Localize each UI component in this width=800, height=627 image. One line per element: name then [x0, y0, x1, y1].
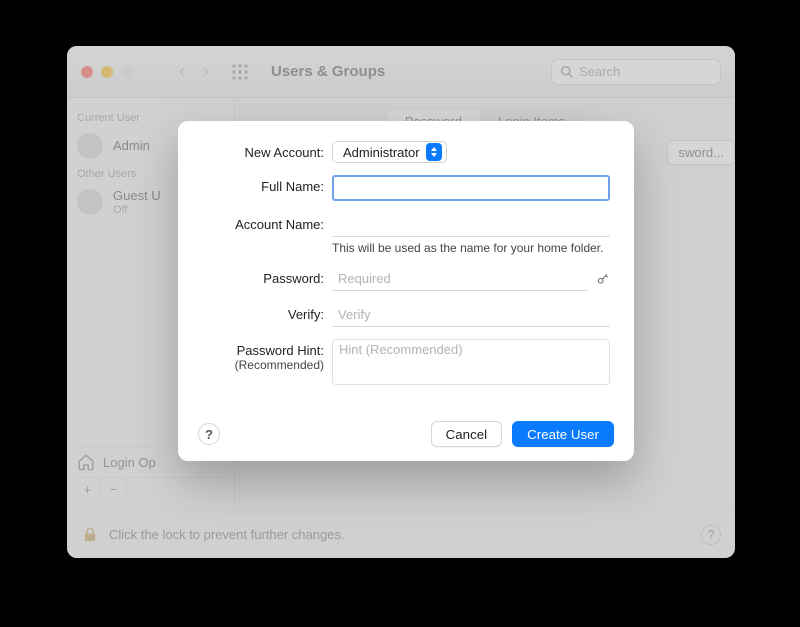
sheet-footer: ? Cancel Create User [198, 421, 614, 447]
hint-label: Password Hint: (Recommended) [202, 339, 332, 372]
hint-field[interactable] [332, 339, 610, 385]
password-label: Password: [202, 267, 332, 286]
full-name-label: Full Name: [202, 175, 332, 194]
cancel-button[interactable]: Cancel [431, 421, 503, 447]
create-user-button[interactable]: Create User [512, 421, 614, 447]
new-account-label: New Account: [202, 141, 332, 160]
new-user-sheet: New Account: Administrator Full Name: Ac… [178, 121, 634, 461]
new-account-value: Administrator [343, 145, 420, 160]
key-icon[interactable] [596, 272, 610, 286]
new-account-select[interactable]: Administrator [332, 141, 447, 163]
account-name-label: Account Name: [202, 213, 332, 232]
account-name-field[interactable] [332, 213, 610, 237]
full-name-field[interactable] [332, 175, 610, 201]
select-stepper-icon [426, 143, 442, 161]
help-button[interactable]: ? [198, 423, 220, 445]
account-name-helper: This will be used as the name for your h… [332, 241, 610, 255]
verify-label: Verify: [202, 303, 332, 322]
verify-field[interactable] [332, 303, 610, 327]
password-field[interactable] [332, 267, 588, 291]
